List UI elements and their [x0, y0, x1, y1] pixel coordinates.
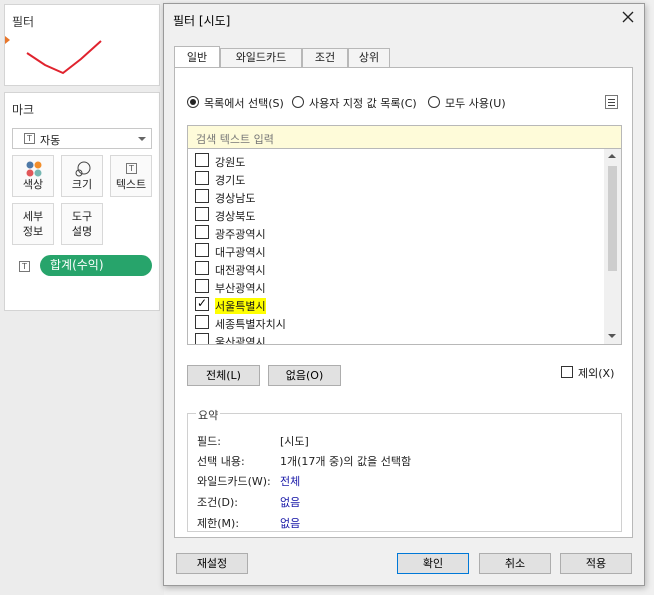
- list-scrollbar[interactable]: [604, 149, 621, 344]
- filters-title: 필터: [12, 15, 35, 29]
- summary-field-value: [시도]: [280, 435, 309, 448]
- list-item[interactable]: 강원도: [195, 152, 595, 170]
- checkbox[interactable]: [195, 333, 209, 344]
- scroll-down-icon[interactable]: [608, 334, 616, 338]
- list-item[interactable]: 부산광역시: [195, 278, 595, 296]
- dialog-title: 필터 [시도]: [173, 14, 231, 28]
- text-icon: T: [126, 163, 137, 174]
- scroll-up-icon[interactable]: [608, 154, 616, 158]
- list-item[interactable]: 광주광역시: [195, 224, 595, 242]
- chevron-down-icon: [138, 137, 146, 141]
- checkbox[interactable]: [195, 315, 209, 329]
- checkbox[interactable]: [195, 261, 209, 275]
- list-options-menu-icon[interactable]: [605, 95, 618, 109]
- checkbox[interactable]: [195, 243, 209, 257]
- apply-button[interactable]: 적용: [560, 553, 632, 574]
- list-item-label: 울산광역시: [215, 336, 266, 345]
- summary-condition-link[interactable]: 없음: [280, 494, 300, 510]
- list-item[interactable]: 경상남도: [195, 188, 595, 206]
- list-item-label: 경기도: [215, 174, 246, 187]
- summary-group: 요약 필드: [시도] 선택 내용: 1개(17개 중)의 값을 선택함 와일드…: [187, 407, 622, 532]
- marks-title: 마크: [12, 103, 35, 117]
- tab-wildcard[interactable]: 와일드카드: [220, 48, 302, 68]
- summary-condition-key: 조건(D):: [197, 496, 238, 509]
- list-item[interactable]: 경기도: [195, 170, 595, 188]
- radio-use-all-label: 모두 사용(U): [445, 97, 506, 110]
- checkbox-checked[interactable]: [195, 296, 209, 311]
- checkbox[interactable]: [195, 207, 209, 221]
- color-button[interactable]: 색상: [12, 155, 54, 197]
- summary-limit-key: 제한(M):: [197, 517, 240, 530]
- list-item[interactable]: 대전광역시: [195, 260, 595, 278]
- checkbox[interactable]: [195, 189, 209, 203]
- list-item-selected[interactable]: 서울특별시: [195, 296, 595, 314]
- tooltip-button[interactable]: 도구 설명: [61, 203, 103, 245]
- filters-card: 필터: [4, 4, 160, 86]
- summary-wildcard-key: 와일드카드(W):: [197, 475, 271, 488]
- select-all-button[interactable]: 전체(L): [187, 365, 260, 386]
- checkbox[interactable]: [195, 171, 209, 185]
- select-none-button[interactable]: 없음(O): [268, 365, 341, 386]
- tab-condition[interactable]: 조건: [302, 48, 348, 68]
- scroll-thumb[interactable]: [608, 166, 617, 271]
- list-item-label: 강원도: [215, 156, 246, 169]
- text-button[interactable]: T 텍스트: [110, 155, 152, 197]
- summary-selection-key: 선택 내용:: [197, 455, 245, 468]
- text-encoding-icon: T: [19, 261, 30, 272]
- list-item-label: 경상북도: [215, 210, 256, 223]
- sparkline-thumbnail: [26, 40, 102, 75]
- list-item-label: 대구광역시: [215, 246, 266, 259]
- radio-select-from-list-label: 목록에서 선택(S): [204, 97, 284, 110]
- list-item[interactable]: 세종특별자치시: [195, 314, 595, 332]
- detail-button[interactable]: 세부 정보: [12, 203, 54, 245]
- ok-button[interactable]: 확인: [397, 553, 469, 574]
- filter-dialog: 필터 [시도] 일반 와일드카드 조건 상위 목록에서 선택(S) 사용자 지정…: [163, 3, 645, 586]
- list-item-label: 경상남도: [215, 192, 256, 205]
- list-item-label: 대전광역시: [215, 264, 266, 277]
- summary-wildcard-link[interactable]: 전체: [280, 473, 300, 489]
- size-label: 크기: [71, 178, 93, 191]
- radio-select-from-list[interactable]: [187, 96, 199, 108]
- detail-label: 세부 정보: [22, 210, 44, 238]
- search-input[interactable]: 검색 텍스트 입력: [187, 125, 622, 149]
- size-button[interactable]: 크기: [61, 155, 103, 197]
- checkbox[interactable]: [195, 279, 209, 293]
- value-list: 강원도 경기도 경상남도 경상북도 광주광역시 대구광역시 대전광역시 부산광역…: [187, 148, 622, 345]
- tab-top[interactable]: 상위: [348, 48, 390, 68]
- radio-custom-value-list[interactable]: [292, 96, 304, 108]
- cancel-button[interactable]: 취소: [479, 553, 551, 574]
- list-item[interactable]: 대구광역시: [195, 242, 595, 260]
- summary-limit-link[interactable]: 없음: [280, 515, 300, 531]
- summary-selection-value: 1개(17개 중)의 값을 선택함: [280, 455, 412, 468]
- exclude-label: 제외(X): [578, 367, 615, 380]
- mark-type-select[interactable]: T 자동: [12, 128, 152, 149]
- color-dots-icon: [26, 161, 42, 177]
- marks-card: 마크 T 자동 색상 크기 T 텍스트 세부 정보 도구 설명 T 합계(수익): [4, 92, 160, 311]
- list-item-label: 서울특별시: [215, 298, 266, 314]
- summary-field-key: 필드:: [197, 435, 221, 448]
- radio-use-all[interactable]: [428, 96, 440, 108]
- tab-general[interactable]: 일반: [174, 46, 220, 68]
- collapse-arrow-icon[interactable]: [5, 36, 10, 44]
- summary-title: 요약: [196, 407, 221, 423]
- text-mark-icon: T: [24, 133, 35, 144]
- checkbox[interactable]: [195, 153, 209, 167]
- list-item-label: 부산광역시: [215, 282, 266, 295]
- list-item[interactable]: 울산광역시: [195, 332, 595, 345]
- color-label: 색상: [22, 178, 44, 191]
- close-icon[interactable]: [621, 10, 635, 24]
- radio-custom-value-list-label: 사용자 지정 값 목록(C): [309, 97, 417, 110]
- exclude-checkbox[interactable]: [561, 366, 573, 378]
- checkbox[interactable]: [195, 225, 209, 239]
- list-item-label: 광주광역시: [215, 228, 266, 241]
- text-label: 텍스트: [115, 178, 147, 191]
- list-item[interactable]: 경상북도: [195, 206, 595, 224]
- measure-pill[interactable]: 합계(수익): [40, 255, 152, 276]
- reset-button[interactable]: 재설정: [176, 553, 248, 574]
- list-item-label: 세종특별자치시: [215, 318, 286, 331]
- tooltip-label: 도구 설명: [71, 210, 93, 238]
- mark-type-value: 자동: [40, 134, 61, 147]
- general-tab-panel: 목록에서 선택(S) 사용자 지정 값 목록(C) 모두 사용(U) 검색 텍스…: [174, 67, 633, 538]
